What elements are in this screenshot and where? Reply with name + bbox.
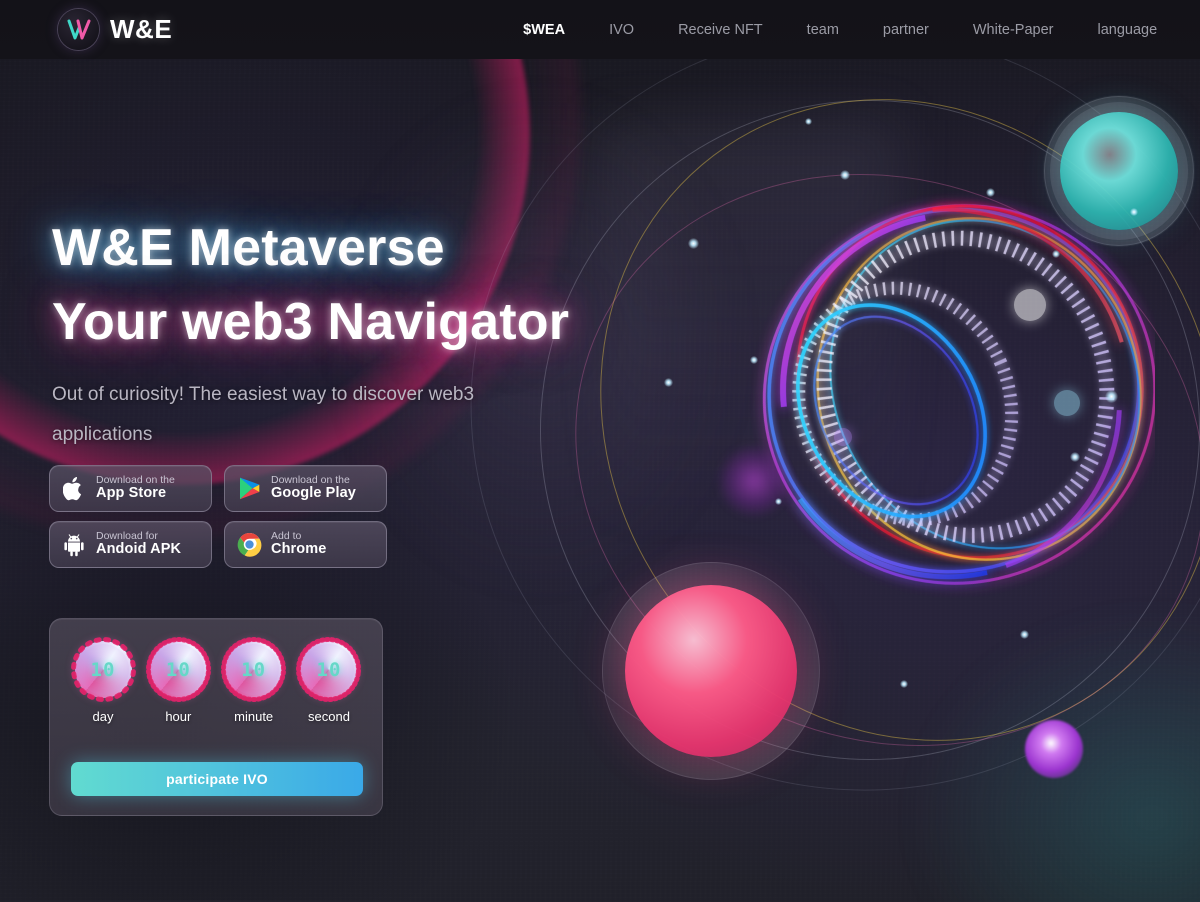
countdown-label-minute: minute [234,709,274,724]
countdown-unit-minute: 10 minute [221,637,287,724]
countdown-value-day: 10 [90,658,116,681]
google-play-icon-svg [239,477,259,500]
countdown-dial: 10 [70,637,136,702]
hero-headline-line2: Your web3 Navigator [52,293,570,351]
countdown-value-minute: 10 [241,658,267,681]
main-navigation: $WEA IVO Receive NFT team partner White-… [501,22,1179,38]
site-header: W&E $WEA IVO Receive NFT team partner Wh… [0,0,1200,59]
android-apk-button[interactable]: Download for Andoid APK [49,521,212,568]
brand-logo[interactable]: W&E [58,9,172,50]
chrome-bottom-label: Chrome [271,541,327,558]
nav-item-receive-nft[interactable]: Receive NFT [656,22,785,38]
google-play-bottom-label: Google Play [271,485,356,502]
hero-subtitle: Out of curiosity! The easiest way to dis… [52,384,475,445]
countdown-label-second: second [308,709,350,724]
android-icon-svg [64,533,84,556]
we-monogram-svg [67,19,90,39]
countdown-dial: 10 [145,637,211,702]
google-play-icon [236,475,262,503]
app-store-bottom-label: App Store [96,485,167,502]
countdown-dial: 10 [221,637,287,702]
chrome-button[interactable]: Add to Chrome [224,521,387,568]
brand-name: W&E [110,14,173,44]
background-haze-center [600,120,900,540]
nav-item-language[interactable]: language [1075,22,1179,38]
countdown-value-second: 10 [316,658,342,681]
nav-item-partner[interactable]: partner [861,22,951,38]
countdown-dials: 10 day 10 hour 10 minute 10 second [50,619,382,724]
we-monogram-icon [58,9,99,50]
landing-page: W&E $WEA IVO Receive NFT team partner Wh… [0,0,1200,902]
google-play-labels: Download on the Google Play [271,475,356,501]
chrome-icon [236,531,262,559]
apple-icon [61,475,87,503]
countdown-value-hour: 10 [165,658,191,681]
countdown-unit-day: 10 day [70,637,136,724]
countdown-label-hour: hour [165,709,192,724]
apple-icon-svg [63,476,82,500]
app-store-button[interactable]: Download on the App Store [49,465,212,512]
android-apk-bottom-label: Andoid APK [96,541,182,558]
countdown-unit-hour: 10 hour [145,637,211,724]
google-play-button[interactable]: Download on the Google Play [224,465,387,512]
background-teal-glow [900,602,1200,902]
app-store-labels: Download on the App Store [96,475,175,501]
chrome-labels: Add to Chrome [271,531,326,557]
android-apk-labels: Download for Andoid APK [96,531,181,557]
store-buttons: Download on the App Store Download on th… [49,465,391,568]
nav-item-ivo[interactable]: IVO [587,22,656,38]
countdown-unit-second: 10 second [296,637,362,724]
participate-ivo-button[interactable]: participate IVO [71,762,363,796]
hero-headline-line1: W&E Metaverse [52,219,445,277]
chrome-icon-svg [237,533,261,557]
nav-item-wea[interactable]: $WEA [501,22,587,38]
countdown-dial: 10 [296,637,362,702]
android-icon [61,531,87,559]
nav-item-team[interactable]: team [785,22,861,38]
hero-section: W&E Metaverse Your web3 Navigator Out of… [0,0,640,902]
nav-item-white-paper[interactable]: White-Paper [951,22,1076,38]
countdown-panel: 10 day 10 hour 10 minute 10 second parti… [49,618,383,816]
countdown-label-day: day [92,709,114,724]
